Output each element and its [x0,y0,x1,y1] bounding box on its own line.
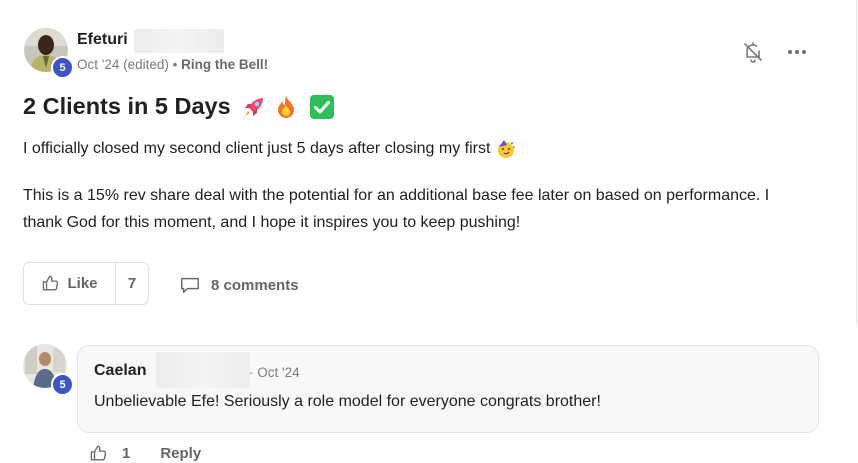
post-meta: Oct '24 (edited) • Ring the Bell! [77,57,268,72]
reply-button[interactable]: Reply [160,445,201,462]
post-date: Oct '24 (edited) [77,57,169,72]
comment-icon [181,277,199,294]
like-control: Like 7 [23,262,149,305]
author-level-badge: 5 [51,56,74,79]
comment-date: · Oct '24 [249,365,300,380]
rocket-emoji [241,94,267,120]
post-paragraph-1: I officially closed my second client jus… [23,139,516,159]
meta-separator: • [172,57,178,72]
commenter-level-badge: 5 [51,373,74,396]
like-button[interactable]: Like [24,263,116,304]
check-mark-emoji [309,94,335,120]
post-paragraph-2: This is a 15% rev share deal with the po… [23,187,770,231]
comment-actions: 1 Reply [89,444,201,463]
comments-count-label: 8 comments [211,276,299,294]
commenter-name[interactable]: Caelan [94,362,146,380]
comment-like-count[interactable]: 1 [122,445,130,462]
post-category[interactable]: Ring the Bell! [181,57,268,72]
like-label: Like [67,275,98,292]
comment-text: Unbelievable Efe! Seriously a role model… [94,393,601,410]
more-horizontal-icon[interactable] [785,40,809,64]
post-title: 2 Clients in 5 Days [23,93,335,120]
redacted-commenter-surname [156,352,250,388]
post-paragraph-1-text: I officially closed my second client jus… [23,140,491,157]
like-count[interactable]: 7 [116,263,148,304]
comment-thumbs-up-icon[interactable] [89,444,108,463]
post-title-text: 2 Clients in 5 Days [23,93,231,119]
fire-emoji [273,94,299,120]
bell-off-icon[interactable] [741,40,765,64]
comment-bubble: Caelan · Oct '24 Unbelievable Efe! Serio… [77,345,819,433]
partying-face-emoji [496,139,516,159]
author-name[interactable]: Efeturi [77,31,128,49]
thumbs-up-icon [43,275,59,291]
comments-link[interactable]: 8 comments [179,274,299,296]
post-card: 5 Efeturi Oct '24 (edited) • Ring the Be… [0,0,857,325]
redacted-surname [134,29,224,53]
